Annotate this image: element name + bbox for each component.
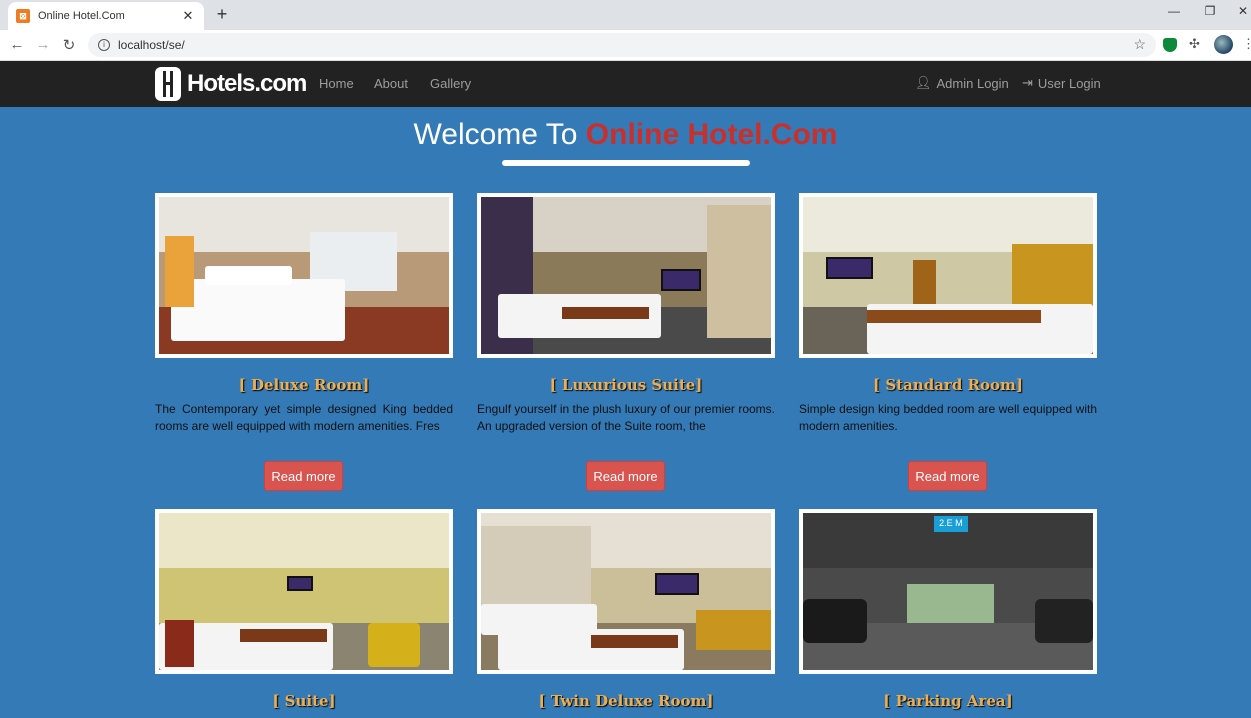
login-icon: ⇥	[1022, 75, 1033, 90]
room-title-luxurious-suite: [ Luxurious Suite]	[549, 376, 703, 394]
back-icon[interactable]: ←	[8, 36, 26, 53]
forward-icon[interactable]: →	[34, 36, 52, 53]
room-image-luxurious-suite[interactable]	[477, 193, 775, 358]
browser-tab-bar: ⊠ Online Hotel.Com ✕ + — ❐ ✕	[0, 0, 1251, 30]
address-bar-row: ← → ↻ i localhost/se/ ☆ ✣ ⋮	[0, 30, 1251, 61]
title-highlight: Online Hotel.Com	[585, 118, 838, 151]
room-image-deluxe[interactable]	[155, 193, 453, 358]
room-image-standard[interactable]	[799, 193, 1097, 358]
room-title-suite: [ Suite]	[272, 692, 336, 710]
site-navbar: Hotels.com Home About Gallery 👤︎ Admin L…	[0, 61, 1251, 107]
nav-home[interactable]: Home	[319, 76, 354, 91]
room-desc-luxurious-suite: Engulf yourself in the plush luxury of o…	[477, 402, 775, 433]
reload-icon[interactable]: ↻	[60, 36, 78, 54]
room-desc-deluxe: The Contemporary yet simple designed Kin…	[155, 402, 453, 433]
browser-tab[interactable]: ⊠ Online Hotel.Com ✕	[8, 2, 204, 30]
nav-gallery[interactable]: Gallery	[430, 76, 471, 91]
restore-icon[interactable]: ❐	[1200, 4, 1220, 18]
url-field[interactable]: i localhost/se/ ☆	[88, 33, 1156, 57]
parking-level-sign: 2.E M	[933, 516, 969, 532]
room-title-deluxe: [ Deluxe Room]	[238, 376, 370, 394]
room-image-suite[interactable]	[155, 509, 453, 674]
tab-title: Online Hotel.Com	[38, 10, 125, 22]
read-more-button-deluxe[interactable]: Read more	[264, 461, 343, 491]
read-more-button-luxurious-suite[interactable]: Read more	[586, 461, 665, 491]
extensions-puzzle-icon[interactable]: ✣	[1189, 36, 1203, 51]
room-title-parking-area: [ Parking Area]	[883, 692, 1013, 710]
brand-name: Hotels.com	[187, 70, 307, 97]
nav-about[interactable]: About	[374, 76, 408, 91]
window-close-icon[interactable]: ✕	[1233, 4, 1251, 18]
page-title: Welcome To Online Hotel.Com	[0, 118, 1251, 152]
brand-link[interactable]: Hotels.com	[155, 67, 307, 101]
site-info-icon[interactable]: i	[98, 39, 110, 51]
url-text: localhost/se/	[118, 38, 185, 52]
title-prefix: Welcome To	[413, 118, 586, 151]
room-image-twin-deluxe[interactable]	[477, 509, 775, 674]
user-icon: 👤︎	[915, 75, 932, 90]
hotel-logo-icon	[155, 67, 181, 101]
new-tab-icon[interactable]: +	[212, 4, 232, 25]
xampp-favicon-icon: ⊠	[16, 9, 30, 23]
bookmark-star-icon[interactable]: ☆	[1133, 36, 1146, 53]
browser-menu-icon[interactable]: ⋮	[1242, 36, 1251, 51]
title-underline	[502, 160, 750, 166]
shield-extension-icon[interactable]	[1163, 38, 1177, 52]
user-login-link[interactable]: ⇥ User Login	[1022, 75, 1101, 91]
room-desc-standard: Simple design king bedded room are well …	[799, 402, 1097, 433]
tab-close-icon[interactable]: ✕	[180, 8, 196, 24]
admin-login-label: Admin Login	[936, 75, 1009, 91]
profile-avatar[interactable]	[1214, 35, 1233, 54]
user-login-label: User Login	[1037, 75, 1101, 91]
admin-login-link[interactable]: 👤︎ Admin Login	[915, 75, 1009, 91]
read-more-button-standard[interactable]: Read more	[908, 461, 987, 491]
minimize-icon[interactable]: —	[1164, 4, 1184, 18]
room-image-parking-area[interactable]: 2.E M	[799, 509, 1097, 674]
room-title-standard: [ Standard Room]	[873, 376, 1023, 394]
room-title-twin-deluxe: [ Twin Deluxe Room]	[538, 692, 714, 710]
